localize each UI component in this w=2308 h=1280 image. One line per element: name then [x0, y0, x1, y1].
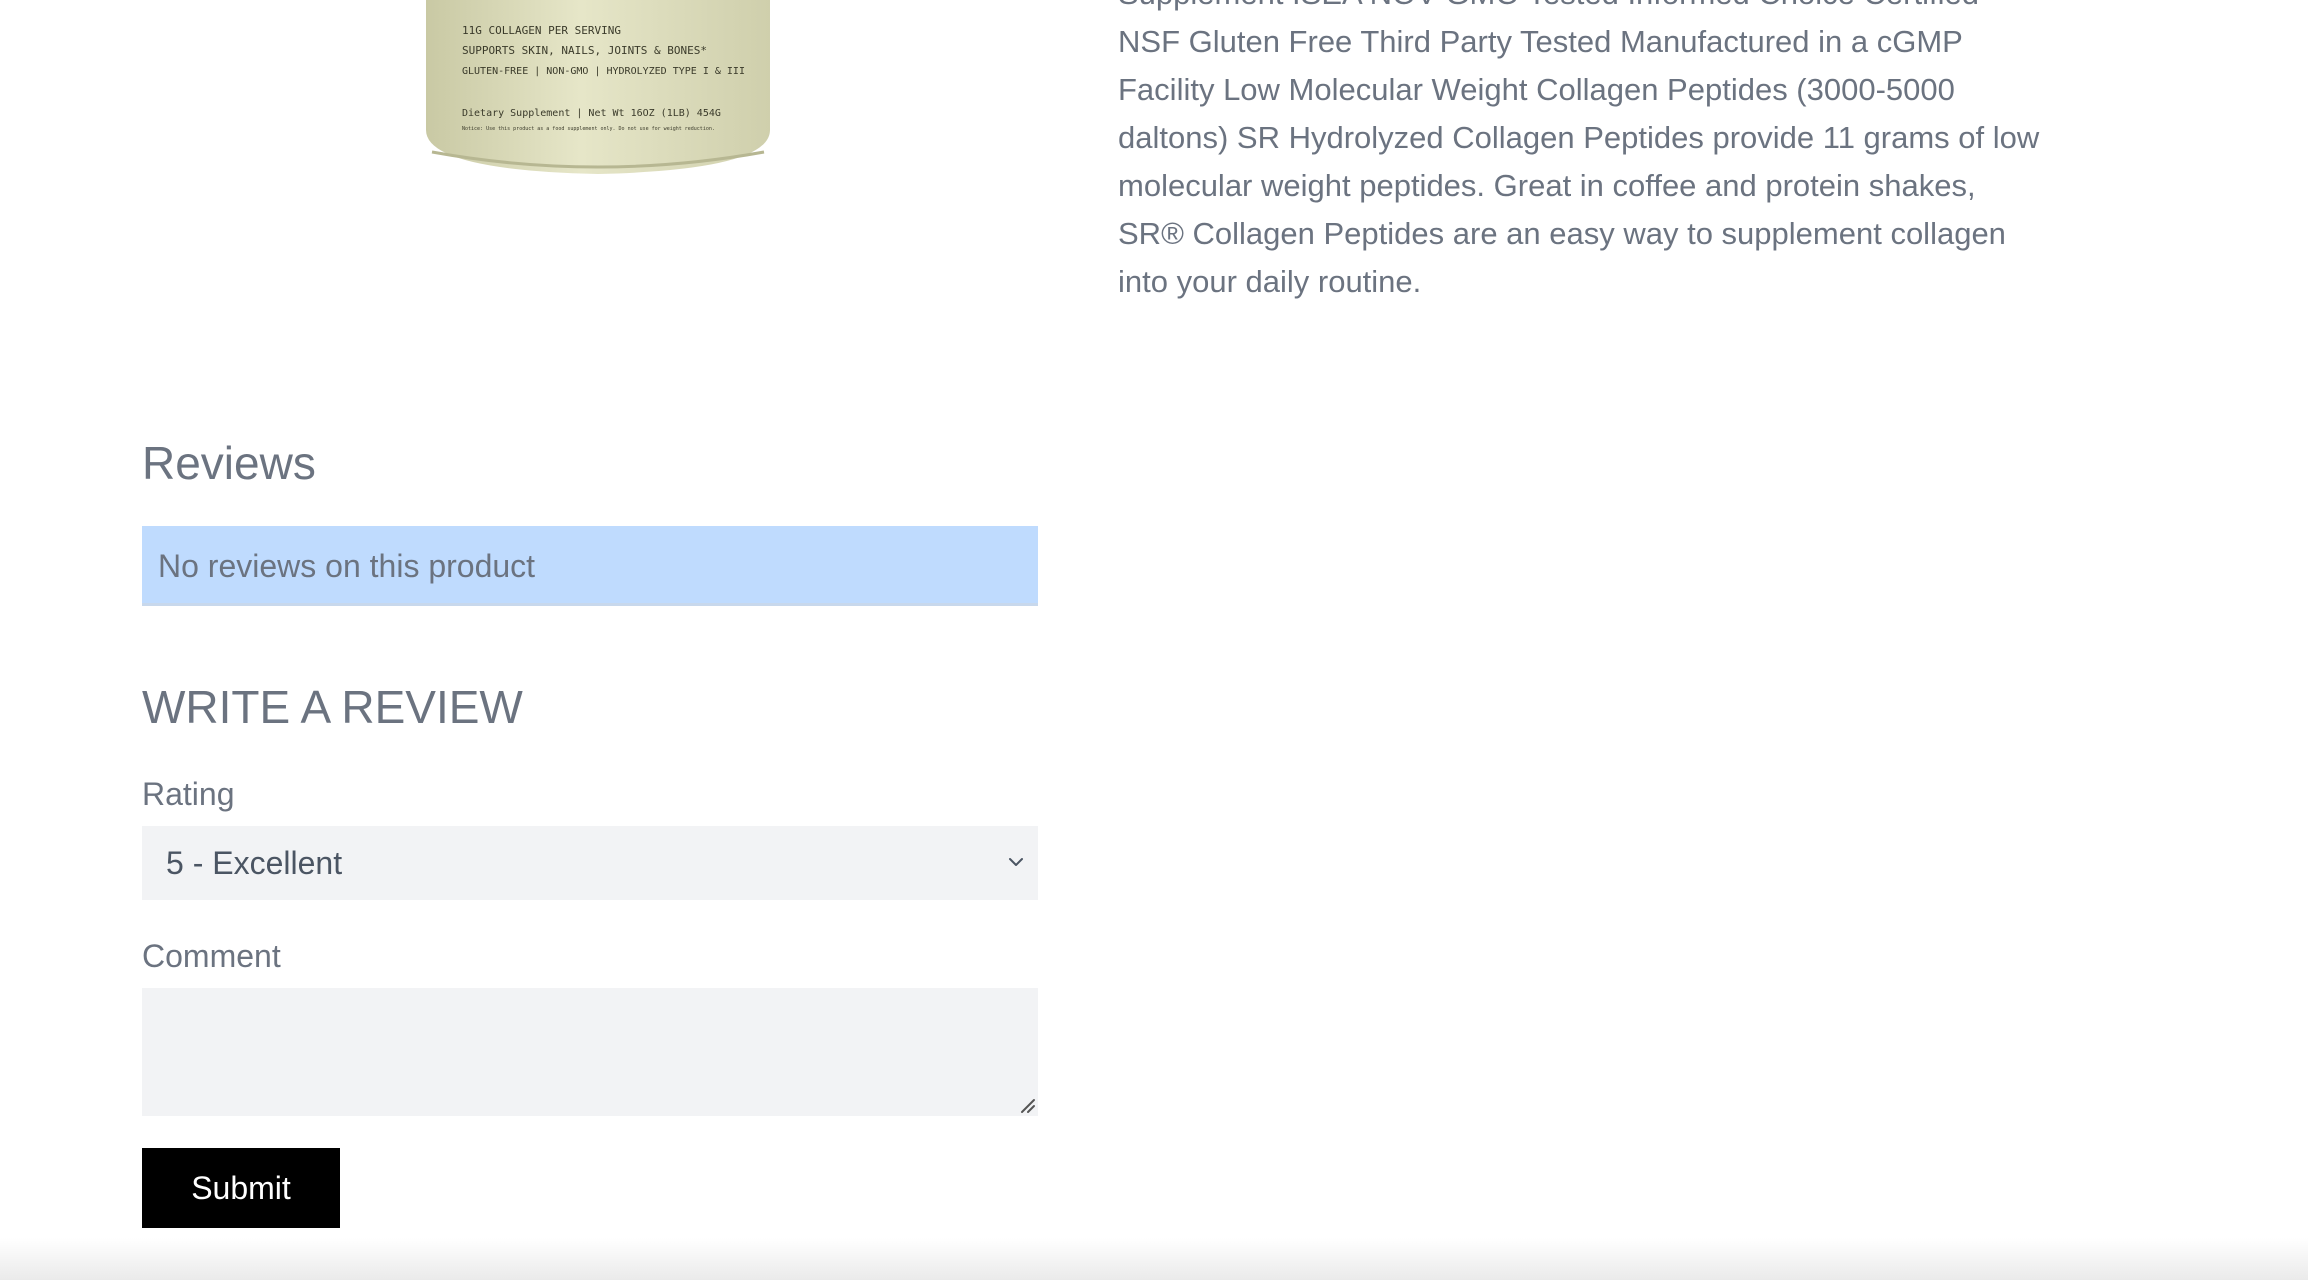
write-review-heading: WRITE A REVIEW [142, 681, 523, 733]
product-page: 11G COLLAGEN PER SERVING SUPPORTS SKIN, … [0, 0, 2308, 1280]
rating-select[interactable]: 5 - Excellent [142, 826, 1038, 900]
chevron-down-icon [1009, 858, 1023, 866]
product-label-line-1: 11G COLLAGEN PER SERVING [462, 24, 621, 37]
product-label-line-3: GLUTEN-FREE | NON-GMO | HYDROLYZED TYPE … [462, 66, 745, 77]
comment-label: Comment [142, 938, 281, 974]
comment-textarea[interactable] [142, 988, 1038, 1116]
product-description: Supplement ISEA NOV GMO Tested Informed … [1118, 0, 2040, 299]
rating-label: Rating [142, 776, 235, 812]
product-image: 11G COLLAGEN PER SERVING SUPPORTS SKIN, … [412, 0, 782, 175]
resize-grip-icon[interactable] [1018, 1096, 1036, 1114]
reviews-heading: Reviews [142, 437, 316, 489]
no-reviews-alert: No reviews on this product [142, 526, 1038, 606]
product-label-line-5: Notice: Use this product as a food suppl… [462, 126, 715, 132]
bottom-fade [0, 1238, 2308, 1280]
submit-button[interactable]: Submit [142, 1148, 340, 1228]
product-label-line-2: SUPPORTS SKIN, NAILS, JOINTS & BONES* [462, 44, 707, 57]
product-label-line-4: Dietary Supplement | Net Wt 16OZ (1LB) 4… [462, 108, 721, 119]
rating-select-value: 5 - Excellent [166, 845, 343, 881]
